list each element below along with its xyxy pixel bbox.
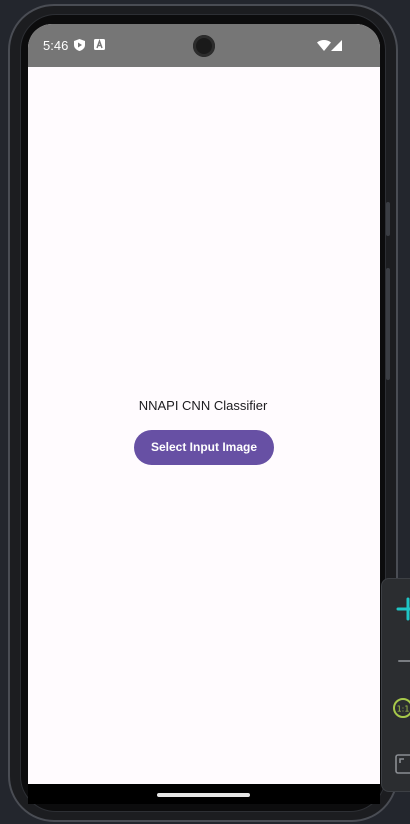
home-gesture-handle[interactable] (157, 793, 250, 797)
actual-size-icon[interactable]: 1:1 (392, 697, 410, 719)
power-button[interactable] (386, 202, 390, 236)
zoom-in-icon[interactable] (396, 597, 410, 621)
snapshot-icon[interactable] (394, 753, 410, 775)
app-content: NNAPI CNN Classifier Select Input Image (28, 67, 380, 784)
svg-text:1:1: 1:1 (397, 705, 410, 714)
emulator-stage: 5:46 NNAPI CNN Classifier Select Input I… (0, 0, 410, 824)
status-bar: 5:46 (28, 24, 380, 67)
cell-signal-icon (331, 40, 342, 51)
device-screen: 5:46 NNAPI CNN Classifier Select Input I… (28, 24, 380, 804)
status-time: 5:46 (43, 38, 69, 53)
zoom-out-icon[interactable] (398, 659, 410, 663)
wifi-icon (317, 40, 331, 51)
select-input-image-button[interactable]: Select Input Image (134, 430, 274, 465)
app-title: NNAPI CNN Classifier (138, 398, 268, 413)
a-letter-icon (94, 39, 105, 50)
front-camera (193, 35, 215, 57)
emulator-side-toolbar: 1:1 (381, 578, 410, 792)
shield-play-icon (74, 39, 85, 51)
volume-button[interactable] (386, 268, 390, 380)
navigation-bar (28, 784, 380, 804)
